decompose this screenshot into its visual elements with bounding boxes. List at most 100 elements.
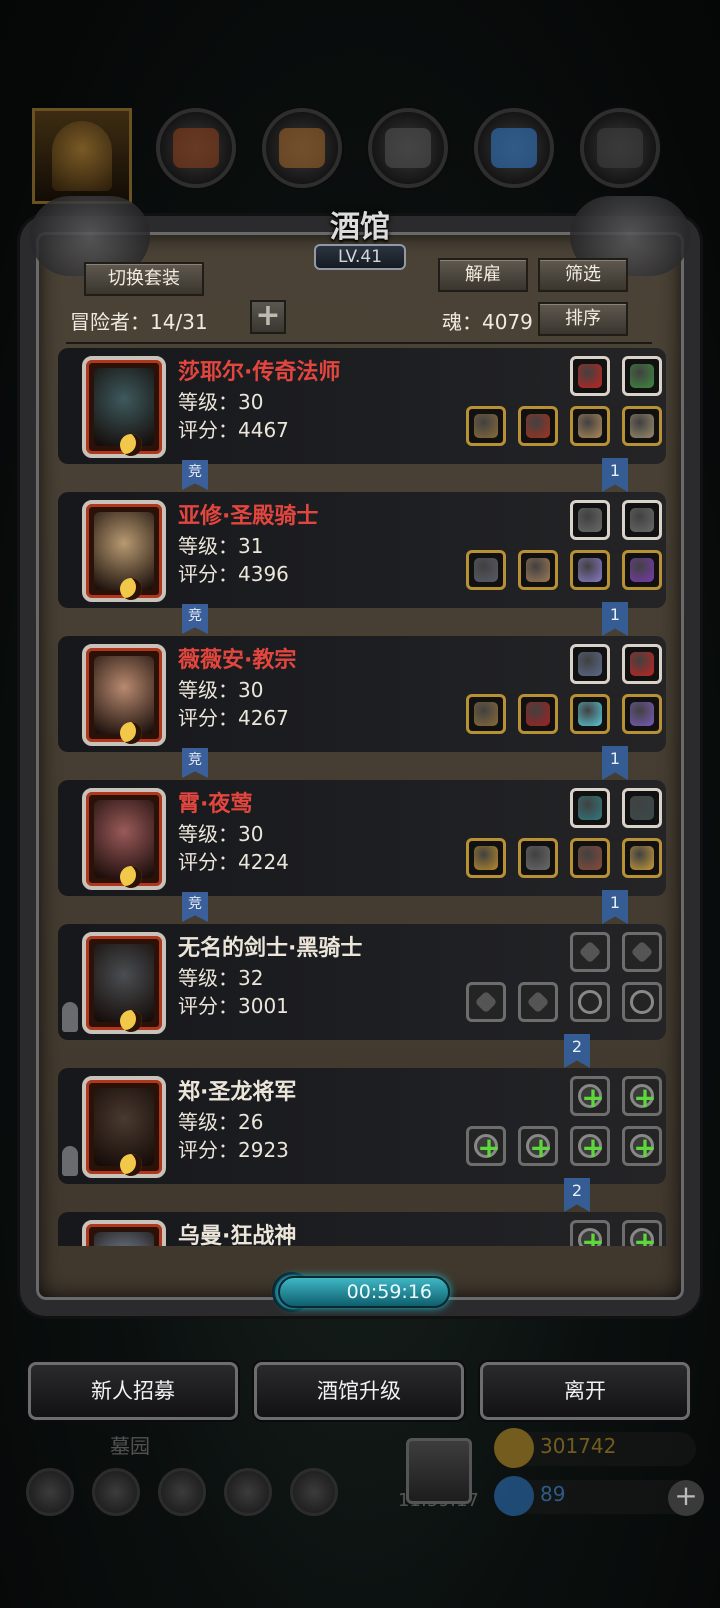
hero-score: 评分：4396 — [178, 562, 289, 586]
hero-card[interactable]: 郑·圣龙将军 等级：26 评分：2923 — [58, 1068, 666, 1184]
dark-gem-icon[interactable] — [622, 788, 662, 828]
equipment-glyph — [578, 846, 602, 870]
war-hammer-icon[interactable] — [466, 550, 506, 590]
add-weapon-icon[interactable] — [466, 1126, 506, 1166]
equipment-glyph — [630, 990, 654, 1014]
moon-icon — [120, 866, 142, 888]
hero-card[interactable]: 莎耶尔·传奇法师 等级：30 评分：4467 — [58, 348, 666, 464]
map-round-icon[interactable] — [158, 1468, 206, 1516]
add-currency-button[interactable]: + — [668, 1480, 704, 1516]
add-gear-icon[interactable] — [622, 1076, 662, 1116]
ice-orb-icon[interactable] — [570, 694, 610, 734]
equipment-glyph — [526, 846, 550, 870]
hero-face — [94, 800, 154, 878]
hero-list[interactable]: 莎耶尔·传奇法师 等级：30 评分：4467 竞 1 亚修·圣殿骑士 等级：31 评分：439… — [56, 348, 668, 1246]
hero-score: 评分：4224 — [178, 850, 289, 874]
equipment-glyph — [578, 364, 602, 388]
gem-icon — [494, 1476, 534, 1516]
hero-level: 等级：30 — [178, 678, 264, 702]
hero-card[interactable]: 薇薇安·教宗 等级：30 评分：4267 — [58, 636, 666, 752]
moon-icon — [120, 1154, 142, 1176]
hero-level: 等级：31 — [178, 534, 264, 558]
hero-portrait[interactable] — [82, 932, 166, 1034]
upgrade-tavern-button[interactable]: 酒馆升级 — [254, 1362, 464, 1420]
hourglass-icon[interactable] — [570, 932, 610, 972]
breastplate-icon[interactable] — [518, 550, 558, 590]
star-round-icon[interactable] — [92, 1468, 140, 1516]
equipment-glyph — [630, 796, 654, 820]
add-gear-icon[interactable] — [570, 1076, 610, 1116]
sort-button[interactable]: 排序 — [538, 302, 628, 336]
add-ring-icon[interactable] — [622, 1126, 662, 1166]
hero-portrait[interactable] — [82, 500, 166, 602]
equipment-glyph — [474, 990, 498, 1014]
leave-button[interactable]: 离开 — [480, 1362, 690, 1420]
hero-portrait[interactable] — [82, 788, 166, 890]
red-gem-icon[interactable] — [570, 356, 610, 396]
teal-gem-icon[interactable] — [570, 788, 610, 828]
crossbow-icon[interactable] — [622, 500, 662, 540]
tavern-panel: 酒馆 LV.41 切换套装 解雇 筛选 排序 冒险者：14/31 + 魂：407… — [20, 196, 700, 1322]
hero-portrait[interactable] — [82, 356, 166, 458]
add-armor-icon[interactable] — [518, 1126, 558, 1166]
hero-portrait[interactable] — [82, 1220, 166, 1246]
mail-round-icon[interactable] — [224, 1468, 272, 1516]
hourglass-icon[interactable] — [622, 932, 662, 972]
hero-card[interactable]: 乌曼·狂战神 — [58, 1212, 666, 1246]
add-ring-icon[interactable] — [570, 1126, 610, 1166]
hero-card[interactable]: 亚修·圣殿骑士 等级：31 评分：4396 — [58, 492, 666, 608]
ring-slot-icon[interactable] — [622, 982, 662, 1022]
blue-crystal-icon[interactable] — [474, 108, 554, 188]
armor-slot-icon[interactable] — [518, 982, 558, 1022]
equipment-glyph — [474, 1131, 501, 1164]
hero-name: 薇薇安·教宗 — [178, 648, 297, 673]
amulet-icon[interactable] — [622, 406, 662, 446]
filter-button[interactable]: 筛选 — [538, 258, 628, 292]
add-gear-icon[interactable] — [570, 1220, 610, 1246]
wood-plank-icon[interactable] — [262, 108, 342, 188]
dark-ore-icon[interactable] — [580, 108, 660, 188]
gift-box-icon[interactable] — [406, 1438, 472, 1504]
leather-icon[interactable] — [156, 108, 236, 188]
spiked-armor-icon[interactable] — [518, 838, 558, 878]
red-robe-icon[interactable] — [518, 406, 558, 446]
hero-card[interactable]: 霄·夜莺 等级：30 评分：4224 — [58, 780, 666, 896]
mace-icon[interactable] — [466, 694, 506, 734]
recruit-button[interactable]: 新人招募 — [28, 1362, 238, 1420]
ring-slot-icon[interactable] — [570, 982, 610, 1022]
red-gem-icon[interactable] — [622, 644, 662, 684]
staff-icon[interactable] — [466, 406, 506, 446]
adventurer-helmet-icon[interactable] — [32, 108, 132, 204]
hero-level: 等级：32 — [178, 966, 264, 990]
potion-icon[interactable] — [570, 550, 610, 590]
hero-card[interactable]: 无名的剑士·黑骑士 等级：32 评分：3001 — [58, 924, 666, 1040]
hero-name: 无名的剑士·黑骑士 — [178, 936, 363, 961]
ring-icon[interactable] — [622, 694, 662, 734]
hero-score: 评分：2923 — [178, 1138, 289, 1162]
box-round-icon[interactable] — [290, 1468, 338, 1516]
team-number-tag: 1 — [602, 458, 628, 492]
green-rune-icon[interactable] — [622, 356, 662, 396]
bracer-icon[interactable] — [570, 838, 610, 878]
iron-ingot-icon[interactable] — [368, 108, 448, 188]
hero-portrait[interactable] — [82, 644, 166, 746]
equipment-glyph — [630, 1081, 657, 1114]
mask-icon[interactable] — [570, 406, 610, 446]
dismiss-button[interactable]: 解雇 — [438, 258, 528, 292]
scepter-icon[interactable] — [466, 838, 506, 878]
settings-round-icon[interactable] — [26, 1468, 74, 1516]
hero-face — [94, 1232, 154, 1246]
plus-icon[interactable]: + — [250, 300, 286, 334]
magic-wand-icon[interactable] — [622, 550, 662, 590]
red-cloak-icon[interactable] — [518, 694, 558, 734]
crossbow-icon[interactable] — [570, 500, 610, 540]
hero-portrait[interactable] — [82, 1076, 166, 1178]
necklace-icon[interactable] — [570, 644, 610, 684]
gold-ring-icon[interactable] — [622, 838, 662, 878]
switch-outfit-button[interactable]: 切换套装 — [84, 262, 204, 296]
hero-face — [94, 1088, 154, 1166]
team-number-tag: 1 — [602, 890, 628, 924]
sword-slot-icon[interactable] — [466, 982, 506, 1022]
refresh-timer: 00:59:16 — [278, 1276, 450, 1308]
add-gear-icon[interactable] — [622, 1220, 662, 1246]
